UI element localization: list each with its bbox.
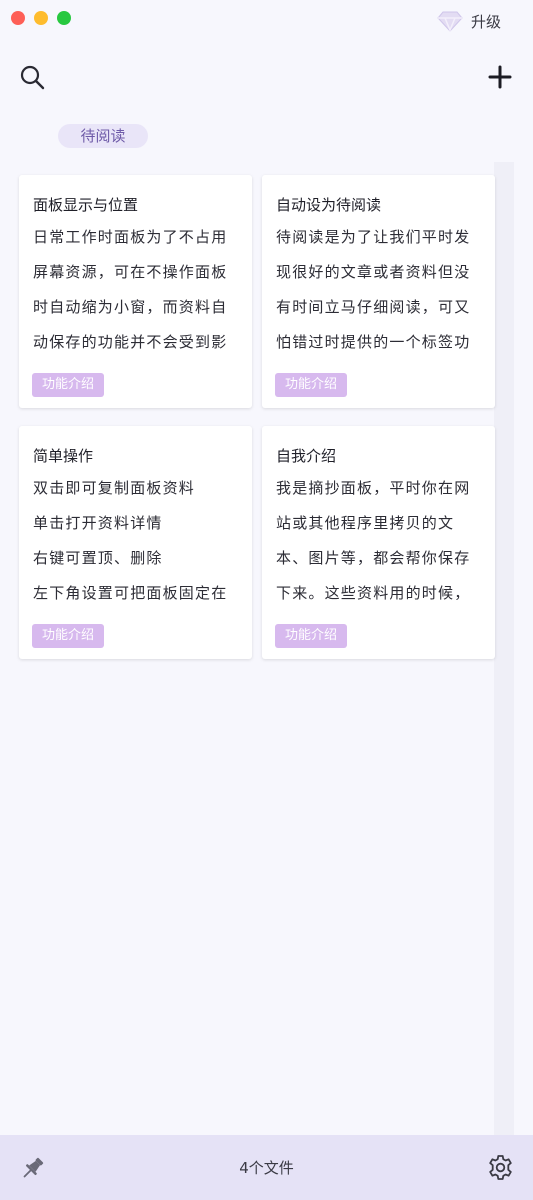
card-text-line: 时自动缩为小窗，而资料自 bbox=[33, 298, 228, 316]
card-text-line: 怕错过时提供的一个标签功 bbox=[276, 333, 471, 351]
card-text-line: 日常工作时面板为了不占用 bbox=[33, 228, 228, 246]
card-text-line: 站或其他程序里拷贝的文 bbox=[276, 514, 455, 532]
card-title: 简单操作 bbox=[33, 447, 94, 465]
zoom-window-button[interactable] bbox=[57, 11, 71, 25]
card-text-line: 本、图片等，都会帮你保存 bbox=[276, 549, 471, 567]
card-text-line: 屏幕资源，可在不操作面板 bbox=[33, 263, 228, 281]
card-body: 我是摘抄面板，平时你在网 站或其他程序里拷贝的文 本、图片等，都会帮你保存 下来… bbox=[276, 471, 482, 611]
search-icon bbox=[20, 65, 45, 90]
card-text-line: 左下角设置可把面板固定在 bbox=[33, 584, 228, 602]
card-title: 自动设为待阅读 bbox=[276, 196, 382, 214]
card-title: 面板显示与位置 bbox=[33, 196, 139, 214]
diamond-icon bbox=[437, 11, 463, 32]
note-card[interactable]: 自动设为待阅读 待阅读是为了让我们平时发 现很好的文章或者资料但没 有时间立马仔… bbox=[262, 175, 495, 408]
card-tag[interactable]: 功能介绍 bbox=[275, 624, 348, 648]
note-card[interactable]: 面板显示与位置 日常工作时面板为了不占用 屏幕资源，可在不操作面板 时自动缩为小… bbox=[19, 175, 252, 408]
upgrade-label: 升级 bbox=[470, 12, 501, 31]
footer-bar: 4个文件 bbox=[0, 1135, 533, 1200]
scrollbar-track[interactable] bbox=[494, 162, 514, 1135]
card-body: 双击即可复制面板资料 单击打开资料详情 右键可置顶、删除 左下角设置可把面板固定… bbox=[33, 471, 239, 611]
note-card[interactable]: 简单操作 双击即可复制面板资料 单击打开资料详情 右键可置顶、删除 左下角设置可… bbox=[19, 426, 252, 659]
card-title: 自我介绍 bbox=[276, 447, 337, 465]
gear-icon bbox=[489, 1155, 512, 1180]
card-body: 日常工作时面板为了不占用 屏幕资源，可在不操作面板 时自动缩为小窗，而资料自 动… bbox=[33, 220, 239, 360]
upgrade-button[interactable]: 升级 bbox=[437, 10, 501, 32]
card-text-line: 双击即可复制面板资料 bbox=[33, 479, 196, 497]
card-tag[interactable]: 功能介绍 bbox=[32, 373, 105, 397]
file-count: 4个文件 bbox=[239, 1159, 294, 1177]
window-controls bbox=[11, 11, 71, 25]
card-text-line: 我是摘抄面板，平时你在网 bbox=[276, 479, 471, 497]
card-tag[interactable]: 功能介绍 bbox=[32, 624, 105, 648]
search-button[interactable] bbox=[19, 64, 45, 90]
filter-chip-to-read[interactable]: 待阅读 bbox=[58, 124, 148, 148]
note-card[interactable]: 自我介绍 我是摘抄面板，平时你在网 站或其他程序里拷贝的文 本、图片等，都会帮你… bbox=[262, 426, 495, 659]
card-text-line: 下来。这些资料用的时候， bbox=[276, 584, 471, 602]
card-tag[interactable]: 功能介绍 bbox=[275, 373, 348, 397]
card-text-line: 待阅读是为了让我们平时发 bbox=[276, 228, 471, 246]
minimize-window-button[interactable] bbox=[34, 11, 48, 25]
card-text-line: 右键可置顶、删除 bbox=[33, 549, 163, 567]
card-text-line: 单击打开资料详情 bbox=[33, 514, 163, 532]
plus-icon bbox=[488, 65, 512, 89]
card-text-line: 动保存的功能并不会受到影 bbox=[33, 333, 228, 351]
card-text-line: 有时间立马仔细阅读，可又 bbox=[276, 298, 471, 316]
settings-button[interactable] bbox=[487, 1154, 514, 1181]
card-body: 待阅读是为了让我们平时发 现很好的文章或者资料但没 有时间立马仔细阅读，可又 怕… bbox=[276, 220, 482, 360]
card-text-line: 现很好的文章或者资料但没 bbox=[276, 263, 471, 281]
add-button[interactable] bbox=[487, 64, 513, 90]
close-window-button[interactable] bbox=[11, 11, 25, 25]
